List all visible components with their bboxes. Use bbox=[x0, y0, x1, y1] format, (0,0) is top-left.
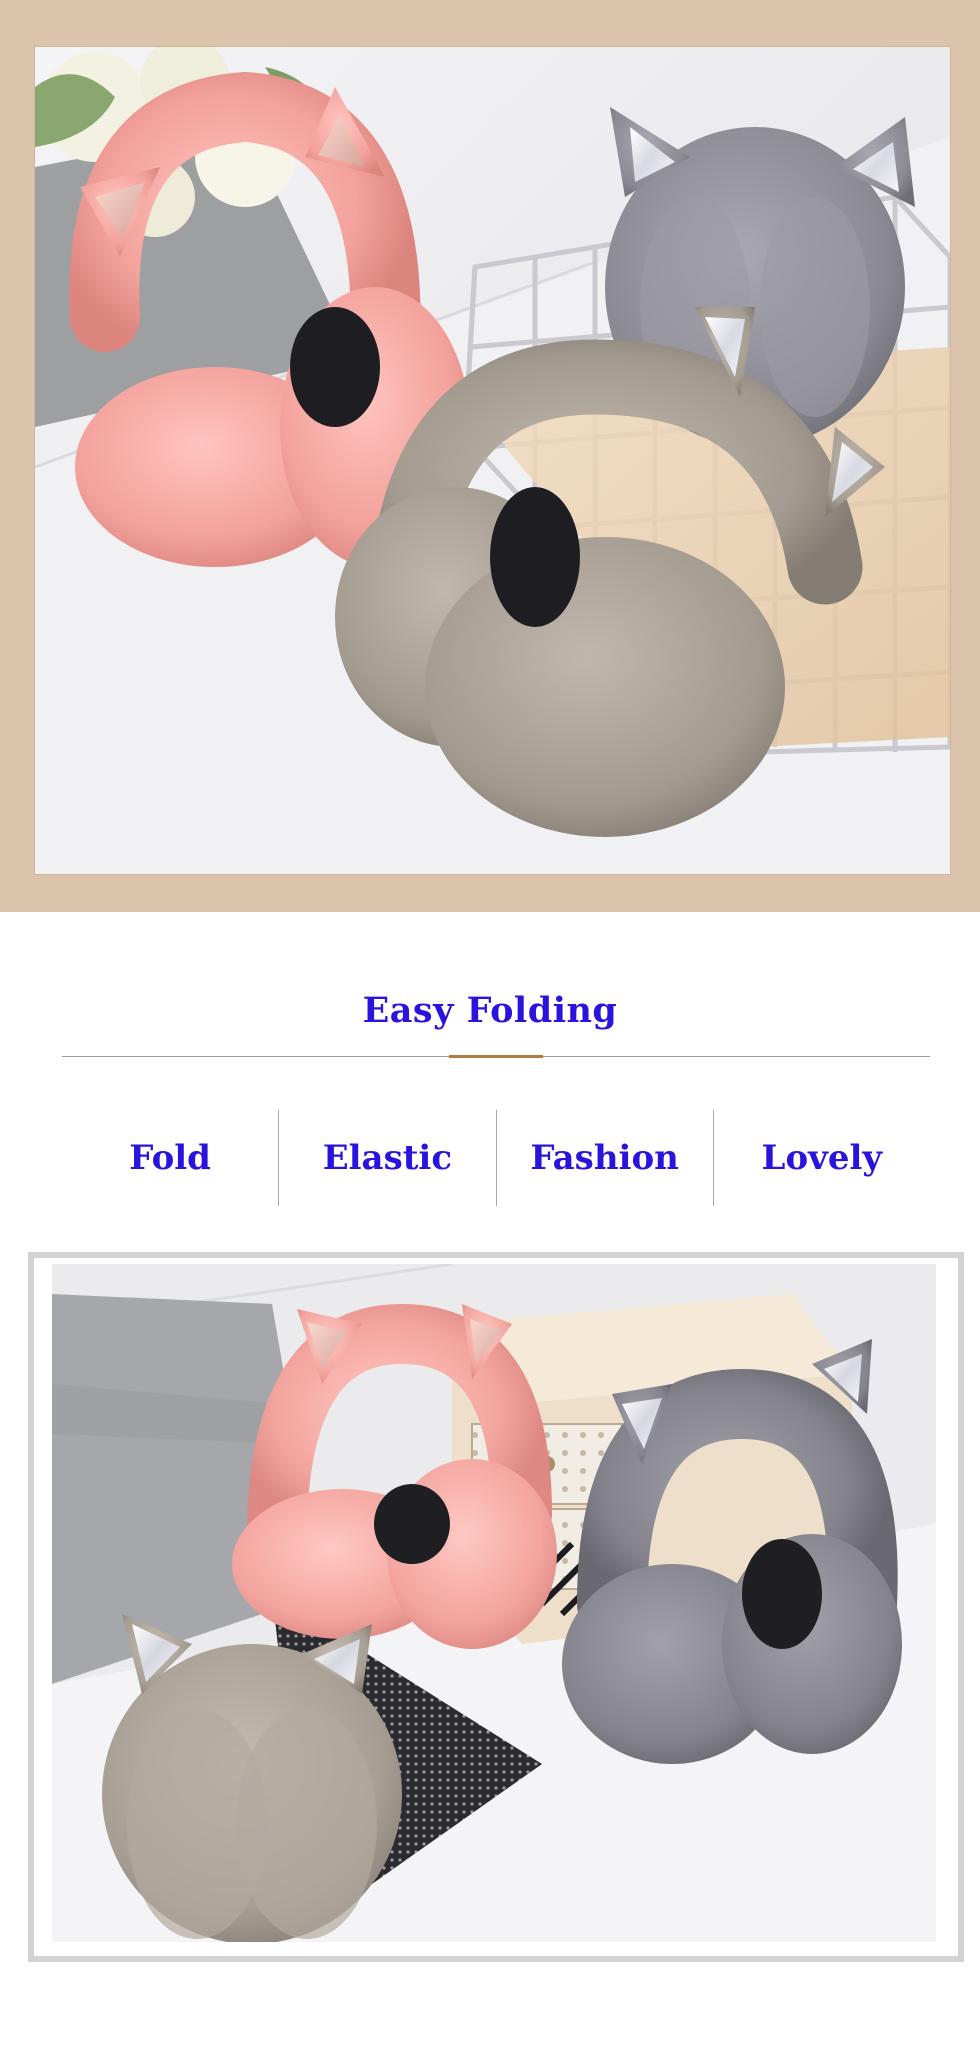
top-photo-illustration bbox=[35, 47, 950, 874]
title-accent-bar bbox=[449, 1055, 543, 1058]
feature-list: Fold Elastic Fashion Lovely bbox=[62, 1108, 930, 1208]
top-photo-band bbox=[0, 0, 980, 912]
feature-lovely: Lovely bbox=[761, 1138, 883, 1178]
feature-fashion: Fashion bbox=[530, 1138, 679, 1178]
feature-fold: Fold bbox=[129, 1138, 211, 1178]
bottom-photo-illustration bbox=[52, 1264, 936, 1942]
top-product-photo bbox=[35, 47, 950, 874]
feature-elastic: Elastic bbox=[322, 1138, 453, 1178]
bottom-product-photo bbox=[52, 1264, 936, 1942]
section-title: Easy Folding bbox=[362, 990, 618, 1031]
